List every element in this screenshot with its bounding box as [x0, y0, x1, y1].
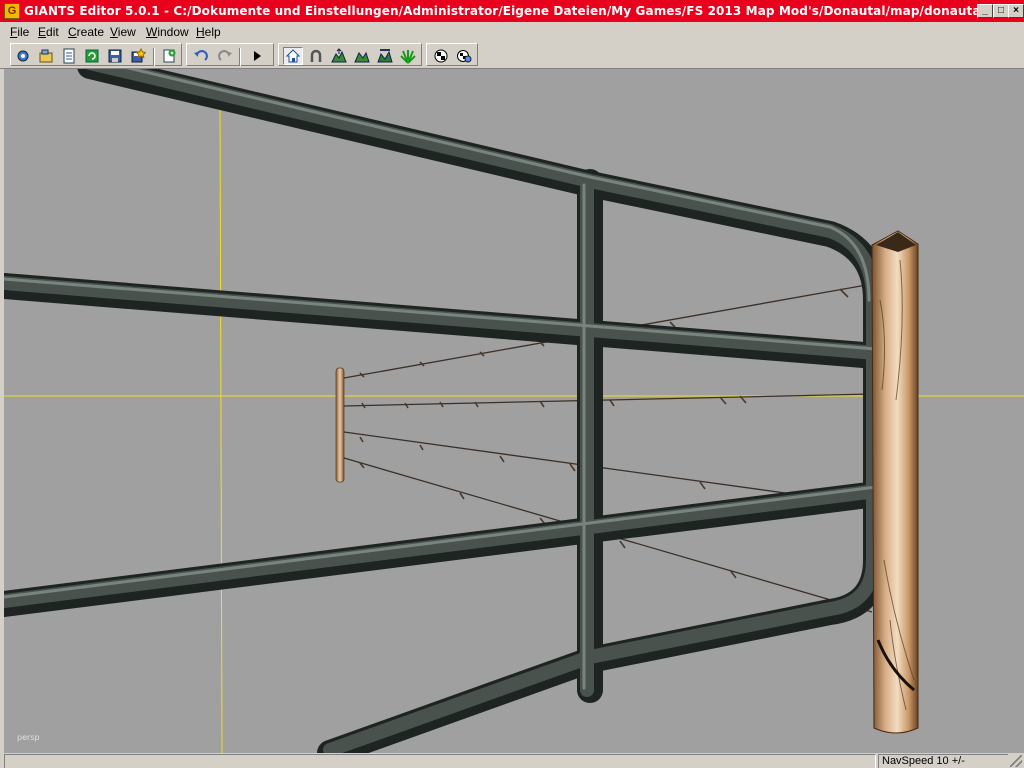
- home-select-icon[interactable]: [283, 47, 303, 65]
- redo-icon[interactable]: [215, 47, 235, 65]
- file-toolbar-group: [10, 43, 182, 66]
- camera-label: persp: [17, 733, 40, 742]
- terrain-sculpt-icon[interactable]: [329, 47, 349, 65]
- view-toolbar-group: [426, 43, 478, 66]
- close-button[interactable]: ×: [1008, 4, 1024, 18]
- maximize-button[interactable]: □: [993, 4, 1009, 18]
- resize-grip-icon[interactable]: [1010, 755, 1022, 767]
- undo-icon[interactable]: [191, 47, 211, 65]
- new-scene-icon[interactable]: [13, 47, 33, 65]
- window-title: GIANTS Editor 5.0.1 - C:/Dokumente und E…: [24, 4, 1011, 18]
- status-message-panel: [4, 754, 876, 768]
- magnet-icon[interactable]: [306, 47, 326, 65]
- menu-help[interactable]: Help: [196, 25, 221, 39]
- terrain-paint-icon[interactable]: [352, 47, 372, 65]
- menu-window[interactable]: Window: [146, 25, 189, 39]
- save-as-icon[interactable]: [128, 47, 148, 65]
- plant-paint-icon[interactable]: [398, 47, 418, 65]
- scene-render: [4, 69, 1024, 753]
- main-toolbar: [0, 42, 1024, 69]
- toolbar-separator: [239, 48, 241, 66]
- import-icon[interactable]: [159, 47, 179, 65]
- giants-app-icon[interactable]: G: [4, 3, 20, 19]
- menu-create[interactable]: Create: [68, 25, 104, 39]
- checker-settings-icon[interactable]: [454, 47, 474, 65]
- foliage-paint-icon[interactable]: [375, 47, 395, 65]
- minimize-button[interactable]: _: [977, 4, 993, 18]
- edit-toolbar-group: [186, 43, 274, 66]
- title-bar[interactable]: G GIANTS Editor 5.0.1 - C:/Dokumente und…: [0, 0, 1024, 22]
- play-icon[interactable]: [247, 47, 267, 65]
- nav-speed-indicator[interactable]: NavSpeed 10 +/-: [878, 754, 1008, 768]
- axis-vertical: [219, 99, 223, 753]
- reload-icon[interactable]: [82, 47, 102, 65]
- document-list-icon[interactable]: [59, 47, 79, 65]
- menu-edit[interactable]: Edit: [38, 25, 59, 39]
- menu-view[interactable]: View: [110, 25, 136, 39]
- pipe-gate: [4, 69, 889, 753]
- tools-toolbar-group: [278, 43, 422, 66]
- open-file-icon[interactable]: [36, 47, 56, 65]
- status-bar: NavSpeed 10 +/-: [0, 753, 1024, 768]
- checker-icon[interactable]: [431, 47, 451, 65]
- distant-post: [335, 367, 345, 483]
- wooden-post: [871, 230, 919, 734]
- save-icon[interactable]: [105, 47, 125, 65]
- toolbar-separator: [153, 48, 155, 66]
- menu-bar: File Edit Create View Window Help: [0, 22, 1024, 42]
- menu-file[interactable]: File: [10, 25, 29, 39]
- scene-viewport[interactable]: persp: [4, 69, 1024, 753]
